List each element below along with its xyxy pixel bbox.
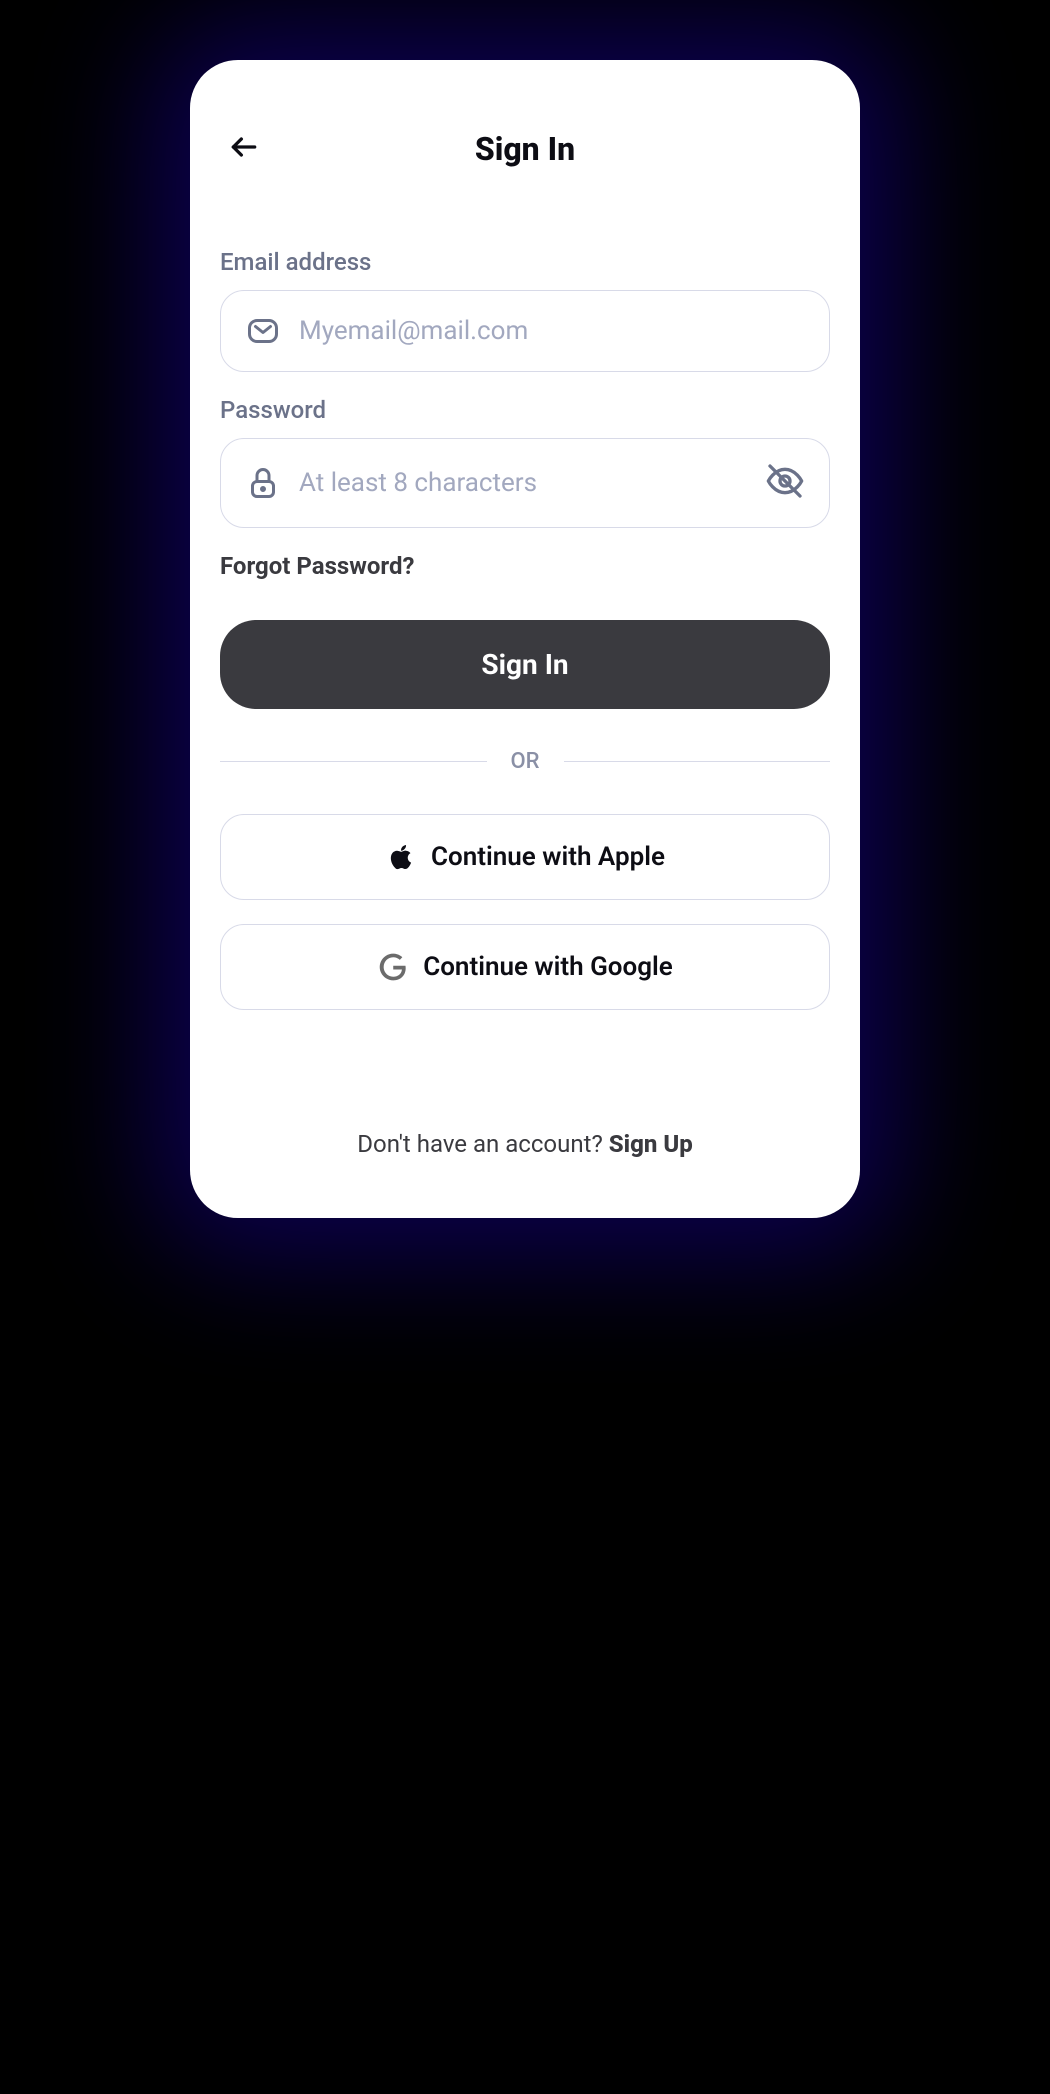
- password-label: Password: [220, 396, 830, 424]
- eye-off-icon: [765, 461, 805, 505]
- apple-signin-button[interactable]: Continue with Apple: [220, 814, 830, 900]
- email-icon: [245, 313, 281, 349]
- lock-icon: [245, 465, 281, 501]
- or-divider: OR: [220, 749, 830, 774]
- visibility-toggle[interactable]: [765, 461, 805, 505]
- page-title: Sign In: [475, 130, 575, 168]
- password-input-wrapper[interactable]: [220, 438, 830, 528]
- email-input-wrapper[interactable]: [220, 290, 830, 372]
- google-icon: [377, 951, 409, 983]
- divider-text: OR: [511, 749, 540, 774]
- header: Sign In: [220, 100, 830, 248]
- email-group: Email address: [220, 248, 830, 372]
- signup-prompt: Don't have an account?: [357, 1130, 608, 1158]
- divider-line-right: [564, 761, 831, 762]
- signin-screen: Sign In Email address Password: [190, 60, 860, 1218]
- google-button-label: Continue with Google: [423, 952, 673, 982]
- signin-button[interactable]: Sign In: [220, 620, 830, 709]
- password-field[interactable]: [299, 468, 747, 498]
- apple-icon: [385, 841, 417, 873]
- footer: Don't have an account? Sign Up: [220, 1130, 830, 1178]
- forgot-password-link[interactable]: Forgot Password?: [220, 552, 830, 580]
- email-field[interactable]: [299, 316, 805, 346]
- google-signin-button[interactable]: Continue with Google: [220, 924, 830, 1010]
- signup-link[interactable]: Sign Up: [609, 1130, 693, 1158]
- password-group: Password: [220, 396, 830, 528]
- back-button[interactable]: [228, 131, 260, 167]
- email-label: Email address: [220, 248, 830, 276]
- divider-line-left: [220, 761, 487, 762]
- apple-button-label: Continue with Apple: [431, 842, 665, 872]
- arrow-left-icon: [228, 131, 260, 167]
